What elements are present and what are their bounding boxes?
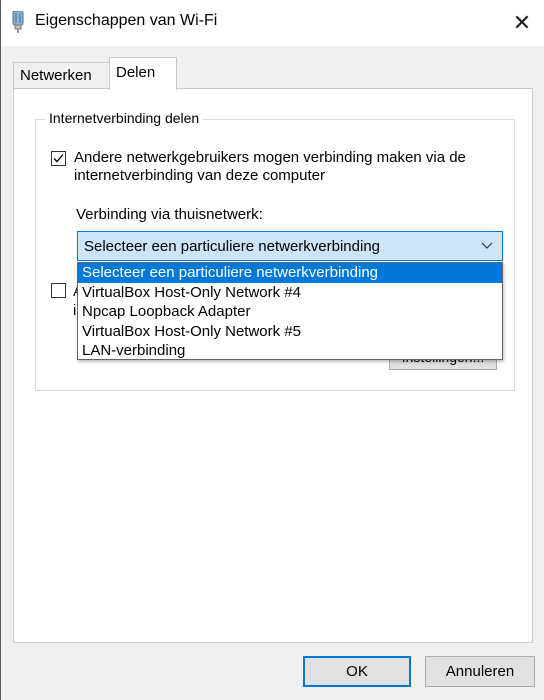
allow-sharing-label: Andere netwerkgebruikers mogen verbindin… <box>74 149 466 184</box>
dropdown-option[interactable]: VirtualBox Host-Only Network #5 <box>78 322 502 342</box>
dropdown-option[interactable]: VirtualBox Host-Only Network #4 <box>78 283 502 303</box>
tab-netwerken[interactable]: Netwerken <box>13 62 110 88</box>
dropdown-option[interactable]: LAN-verbinding <box>78 341 502 361</box>
home-network-label: Verbinding via thuisnetwerk: <box>76 206 263 223</box>
dropdown-option[interactable]: Selecteer een particuliere netwerkverbin… <box>78 263 502 283</box>
home-network-dropdown-list: Selecteer een particuliere netwerkverbin… <box>77 262 503 360</box>
group-title: Internetverbinding delen <box>45 110 204 126</box>
home-network-select[interactable]: Selecteer een particuliere netwerkverbin… <box>77 231 503 261</box>
window-title: Eigenschappen van Wi-Fi <box>35 12 218 29</box>
close-button[interactable]: ✕ <box>499 0 544 46</box>
tab-delen[interactable]: Delen <box>109 57 177 90</box>
checkmark-icon <box>53 154 64 163</box>
select-value: Selecteer een particuliere netwerkverbin… <box>84 238 381 255</box>
allow-control-label-partial-2: i <box>73 302 77 319</box>
properties-dialog: Eigenschappen van Wi-Fi ✕ Netwerken Dele… <box>0 0 544 700</box>
network-adapter-icon <box>12 11 24 33</box>
allow-control-checkbox[interactable] <box>51 283 66 298</box>
ok-button[interactable]: OK <box>303 656 411 687</box>
chevron-down-icon <box>481 242 493 249</box>
allow-sharing-checkbox[interactable] <box>51 151 66 166</box>
close-icon: ✕ <box>512 10 532 35</box>
dropdown-option[interactable]: Npcap Loopback Adapter <box>78 302 502 322</box>
cancel-button[interactable]: Annuleren <box>425 656 535 687</box>
title-bar: Eigenschappen van Wi-Fi ✕ <box>1 0 544 46</box>
